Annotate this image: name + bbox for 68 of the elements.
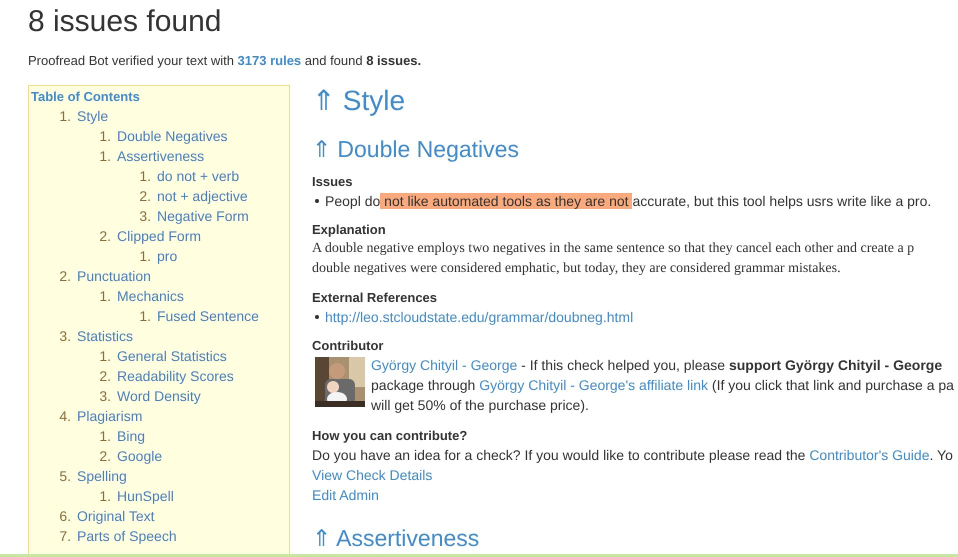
toc-link[interactable]: Parts of Speech	[77, 526, 177, 546]
list-number: 6.	[58, 506, 71, 526]
rules-link[interactable]: 3173 rules	[238, 53, 302, 68]
list-number: 1.	[98, 426, 111, 446]
action-link[interactable]: View Check Details	[312, 464, 432, 484]
section-label: External References	[312, 288, 438, 306]
list-number: 3.	[98, 386, 111, 406]
contributor-link[interactable]: György Chityil - George	[371, 356, 518, 372]
toc-link[interactable]: do not + verb	[157, 166, 240, 186]
toc-link[interactable]: Readability Scores	[117, 366, 234, 386]
list-number: 3.	[138, 206, 151, 226]
toc-link[interactable]: Double Negatives	[117, 126, 228, 146]
section-label: Explanation	[312, 220, 387, 238]
toc-link[interactable]: Plagiarism	[77, 406, 142, 426]
bullet-icon	[315, 314, 319, 318]
toc-link[interactable]: Negative Form	[157, 206, 249, 226]
toc-link[interactable]: Spelling	[77, 466, 127, 486]
toc-link[interactable]: Google	[117, 446, 162, 466]
toc-link[interactable]: Clipped Form	[117, 226, 202, 246]
section-heading[interactable]: ⇑ Style	[312, 84, 958, 116]
list-number: 1.	[138, 306, 151, 326]
list-number: 2.	[98, 446, 111, 466]
contribute-text: Do you have an idea for a check? If you would like to contribute please read the Contributor's Guide. Yo	[312, 446, 954, 464]
list-number: 1.	[138, 246, 151, 266]
list-number: 3.	[58, 326, 71, 346]
guide-link[interactable]: Contributor's Guide	[809, 446, 930, 462]
list-number: 4.	[58, 406, 71, 426]
toc-link[interactable]: not + adjective	[157, 186, 248, 206]
list-number: 1.	[138, 166, 151, 186]
list-number: 2.	[98, 366, 111, 386]
check-heading[interactable]: ⇑ Double Negatives	[312, 134, 958, 162]
list-number: 7.	[58, 526, 71, 546]
toc-link[interactable]: Statistics	[77, 326, 134, 346]
toc-link[interactable]: HunSpell	[117, 486, 174, 506]
explanation-text: A double negative employs two negatives in the same sentence so that they cancel each other and create a p double negatives were considered emphatic, but today, they are considered grammar mistakes.	[312, 240, 916, 278]
list-number: 1.	[98, 126, 111, 146]
list-number: 1.	[58, 106, 71, 126]
toc-link[interactable]: pro	[157, 246, 178, 266]
toc-link[interactable]: Fused Sentence	[157, 306, 259, 326]
contributor-text: György Chityil - George - If this check helped you, please support György Chityil - George package through György Chityil - George's affiliate link (If you click that link and purchase a pa will get 50% of the purchase price).	[371, 356, 954, 414]
list-number: 1.	[98, 286, 111, 306]
action-link[interactable]: Edit Admin	[312, 484, 379, 504]
section-label: Issues	[312, 172, 354, 190]
toc-link[interactable]: Mechanics	[117, 286, 184, 306]
toc-link[interactable]: Original Text	[77, 506, 155, 526]
toc-link[interactable]: Style	[77, 106, 108, 126]
list-number: 2.	[58, 266, 71, 286]
contributor-link[interactable]: György Chityil - George's affiliate link	[479, 376, 708, 392]
list-number: 5.	[58, 466, 71, 486]
list-number: 1.	[98, 146, 111, 166]
toc-title[interactable]: Table of Contents	[31, 88, 287, 106]
toc-link[interactable]: Punctuation	[77, 266, 151, 286]
issue-sentence: Peopl do not like automated tools as they are not accurate, but this tool helps usrs write like a pro.	[325, 192, 932, 210]
toc-link[interactable]: Bing	[117, 426, 146, 446]
list-number: 2.	[98, 226, 111, 246]
check-heading[interactable]: ⇑ Assertiveness	[312, 524, 958, 550]
summary-text: Proofread Bot verified your text with 3173 rules and found 8 issues.	[28, 52, 422, 70]
bullet-icon	[315, 198, 319, 202]
toc-link[interactable]: Assertiveness	[117, 146, 204, 166]
list-number: 2.	[138, 186, 151, 206]
section-label: Contributor	[312, 336, 384, 354]
reference-link[interactable]: http://leo.stcloudstate.edu/grammar/doubneg.html	[325, 306, 634, 326]
page-title: 8 issues found	[28, 4, 222, 40]
list-number: 1.	[98, 486, 111, 506]
list-number: 1.	[98, 346, 111, 366]
toc-link[interactable]: General Statistics	[117, 346, 227, 366]
section-label: How you can contribute?	[312, 426, 468, 444]
toc-link[interactable]: Word Density	[117, 386, 201, 406]
